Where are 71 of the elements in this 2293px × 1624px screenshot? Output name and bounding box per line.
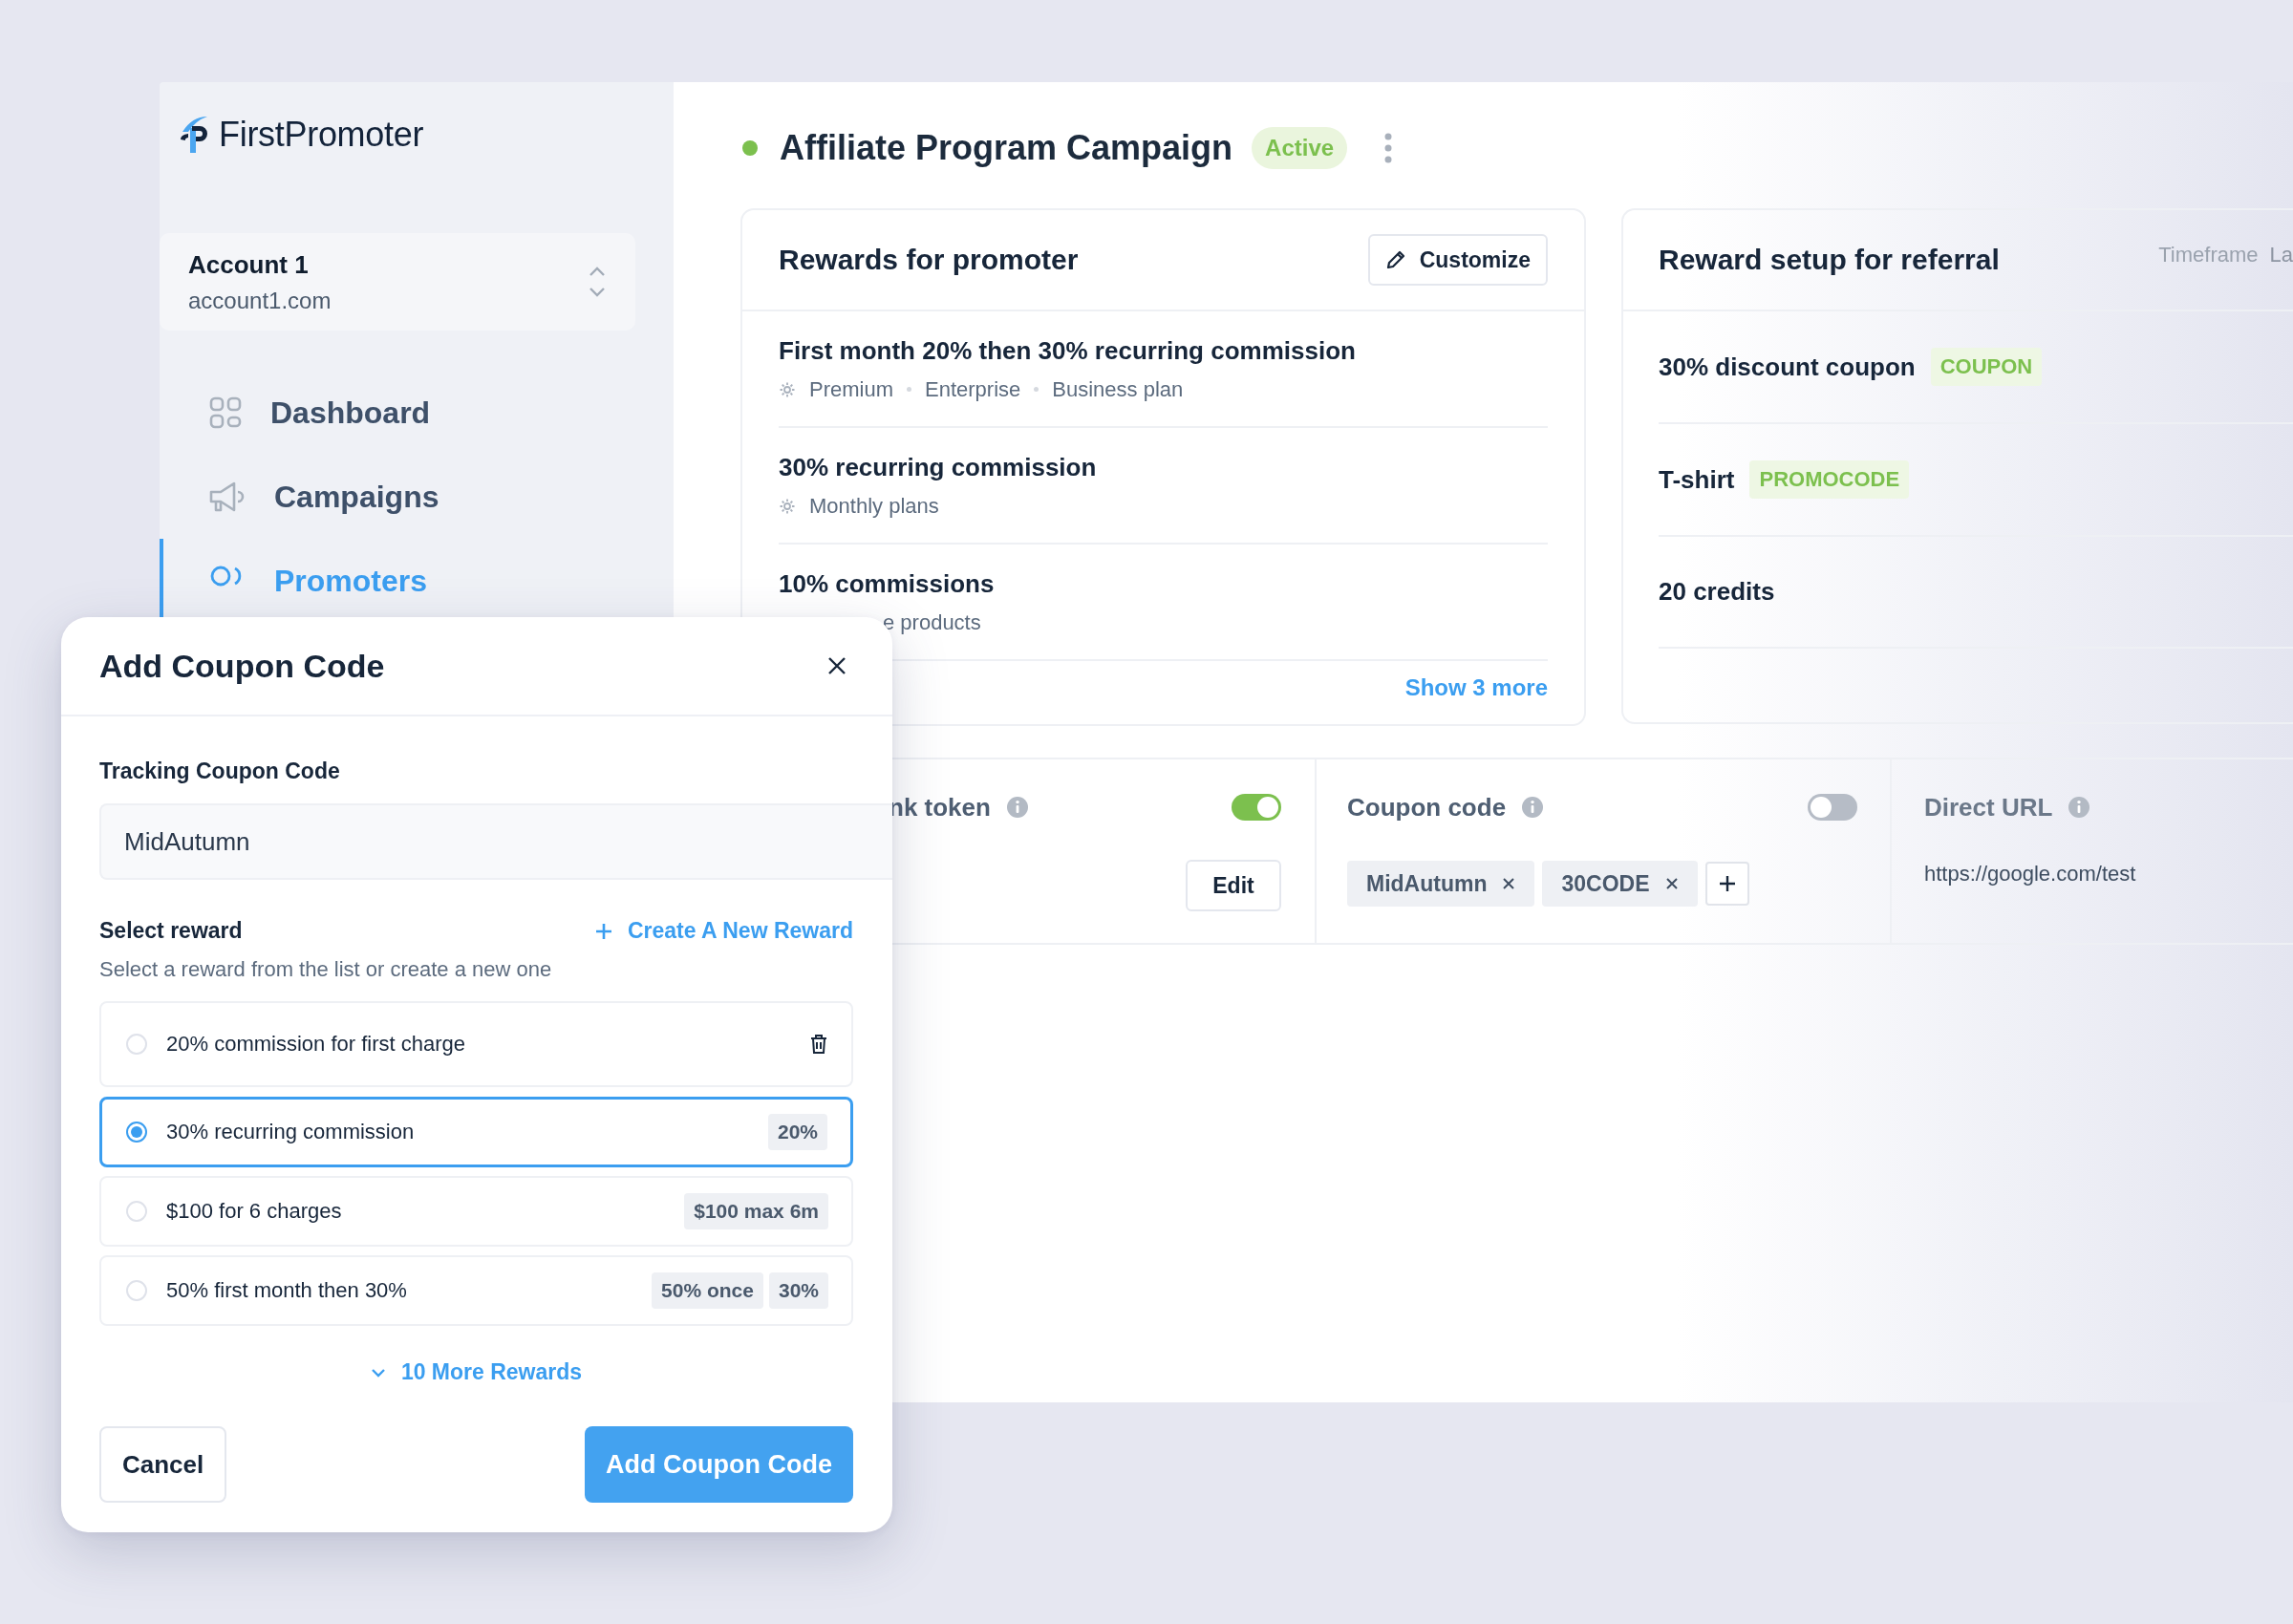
plus-icon (1717, 874, 1737, 893)
megaphone-icon (209, 481, 246, 513)
setting-label: Direct URL (1924, 792, 2053, 823)
close-icon (827, 656, 846, 675)
info-icon (2068, 796, 2091, 819)
radio-button[interactable] (126, 1122, 147, 1143)
reward-option[interactable]: 50% first month then 30% 50% once 30% (99, 1255, 853, 1326)
coupon-code-field[interactable]: MidAutumn (99, 803, 892, 880)
chevron-up-down-icon (588, 266, 607, 298)
remove-icon[interactable] (1664, 877, 1679, 890)
reward-type-tag: PROMOCODE (1749, 460, 1910, 499)
more-options-icon[interactable] (1383, 133, 1394, 163)
toggle-switch[interactable] (1232, 794, 1281, 821)
separator-dot (1034, 387, 1039, 392)
option-label: 20% commission for first charge (166, 1032, 466, 1057)
add-coupon-button[interactable] (1704, 862, 1749, 906)
gear-icon (779, 497, 796, 515)
brand-name: FirstPromoter (219, 115, 424, 155)
plan-label: Enterprise (925, 376, 1021, 402)
field-label: Tracking Coupon Code (99, 759, 341, 784)
reward-tag: 20% (767, 1114, 827, 1150)
plan-label: Business plan (1052, 376, 1184, 402)
edit-button[interactable]: Edit (1186, 860, 1281, 911)
reward-title: First month 20% then 30% recurring commission (779, 335, 1357, 366)
reward-option[interactable]: $100 for 6 charges $100 max 6m (99, 1176, 853, 1247)
grid-icon (209, 396, 242, 429)
reward-tag: $100 max 6m (684, 1193, 828, 1229)
account-name: Account 1 (188, 249, 310, 280)
trash-icon[interactable] (809, 1034, 828, 1055)
card-title: Rewards for promoter (779, 244, 1079, 276)
nav-item[interactable]: Campaigns (160, 455, 674, 539)
info-icon (1005, 796, 1029, 819)
reward-tag: 30% (768, 1272, 828, 1309)
info-icon (1521, 796, 1545, 819)
reward-option[interactable]: 20% commission for first charge (99, 1001, 853, 1087)
reward-type-tag: COUPON (1930, 348, 2043, 386)
setting-label: Coupon code (1347, 792, 1507, 823)
timeframe-label: Timeframe (2158, 243, 2259, 267)
customize-button[interactable]: Customize (1367, 234, 1548, 286)
reward-title: 30% recurring commission (779, 452, 1098, 482)
reward-title: 30% discount coupon (1659, 352, 1916, 382)
option-label: 50% first month then 30% (166, 1278, 408, 1303)
reward-title: T-shirt (1659, 464, 1735, 495)
dialog-title: Add Coupon Code (99, 647, 385, 685)
chevron-down-icon (370, 1367, 386, 1378)
toggle-switch[interactable] (1808, 794, 1857, 821)
reward-title: 10% commissions (779, 568, 996, 599)
remove-icon[interactable] (1502, 877, 1516, 890)
plan-label: Monthly plans (809, 493, 939, 519)
reward-option[interactable]: 30% recurring commission 20% (99, 1097, 853, 1167)
gear-icon (779, 380, 796, 398)
account-domain: account1.com (188, 287, 332, 314)
plan-label: Premium (809, 376, 893, 402)
reward-tag: 50% once (652, 1272, 763, 1309)
campaign-title: Affiliate Program Campaign (780, 128, 1233, 168)
plus-icon (594, 922, 612, 940)
chip-label: MidAutumn (1366, 870, 1488, 897)
chip-label: 30CODE (1561, 870, 1650, 897)
section-hint: Select a reward from the list or create a new one (99, 957, 553, 982)
card-title: Reward setup for referral (1659, 244, 2000, 276)
nav-item[interactable]: Dashboard (160, 371, 674, 455)
reward-title: 20 credits (1659, 577, 1775, 607)
account-switcher[interactable]: Account 1 account1.com (160, 233, 635, 331)
separator-dot (907, 387, 911, 392)
status-badge: Active (1252, 127, 1348, 169)
option-label: 30% recurring commission (166, 1120, 416, 1144)
pencil-icon (1384, 249, 1406, 270)
section-title: Select reward (99, 918, 243, 944)
cancel-button[interactable]: Cancel (99, 1426, 227, 1503)
url-value: https://google.com/test (1924, 862, 2137, 887)
option-label: $100 for 6 charges (166, 1199, 343, 1224)
